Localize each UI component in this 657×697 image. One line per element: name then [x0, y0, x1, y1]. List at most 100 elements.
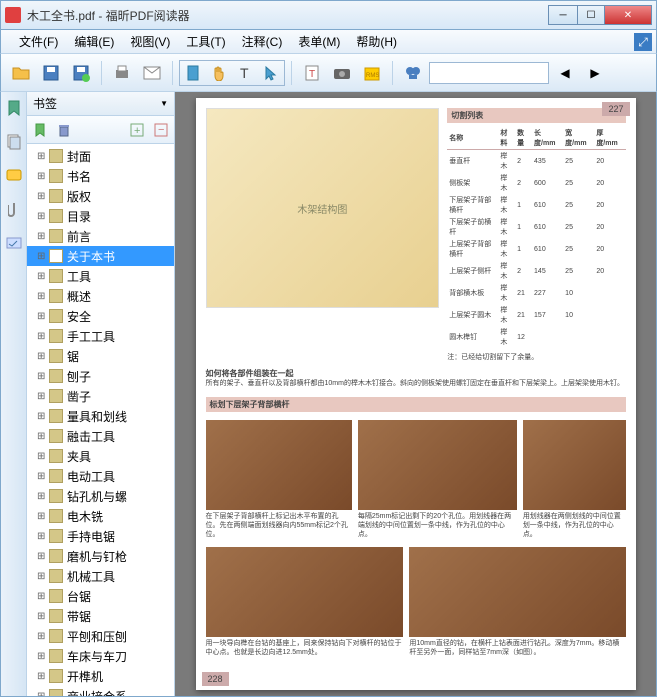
bookmark-item[interactable]: ⊞电动工具: [27, 466, 174, 486]
svg-text:T: T: [240, 65, 249, 81]
sidebar-title: 书签: [33, 95, 158, 112]
attachments-panel-icon[interactable]: [4, 200, 24, 220]
minimize-button[interactable]: ─: [548, 5, 578, 25]
bookmark-item[interactable]: ⊞目录: [27, 206, 174, 226]
caption-2: 每隔25mm标记出剩下的20个孔位。用划线器在两端划线的中间位置划一条中线，作为…: [358, 512, 517, 539]
comments-panel-icon[interactable]: [4, 166, 24, 186]
window-title: 木工全书.pdf - 福昕PDF阅读器: [27, 7, 549, 24]
bookmark-panel-icon[interactable]: [4, 98, 24, 118]
bookmark-item[interactable]: ⊞平刨和压刨: [27, 626, 174, 646]
pdf-page: 227 木架结构图 切割列表 名称材料数量长度/mm宽度/mm厚度/mm垂直杆榉…: [196, 98, 636, 690]
rms-icon[interactable]: RMS: [358, 59, 386, 87]
svg-text:RMS: RMS: [366, 73, 379, 79]
svg-text:T: T: [309, 69, 315, 80]
main-area: 书签 ▼ + − ⊞封面⊞书名⊞版权⊞目录⊞前言⊞关于本书⊞工具⊞概述⊞安全⊞手…: [0, 92, 657, 697]
find-icon[interactable]: [399, 59, 427, 87]
photo-1: [206, 420, 352, 510]
diagram-image: 木架结构图: [206, 108, 440, 308]
search-input[interactable]: [429, 62, 549, 84]
menu-form[interactable]: 表单(M): [290, 31, 348, 52]
menu-tools[interactable]: 工具(T): [178, 31, 233, 52]
bookmark-item[interactable]: ⊞关于本书: [27, 246, 174, 266]
left-rail: [1, 92, 27, 696]
sidebar-dropdown-icon[interactable]: ▼: [160, 99, 168, 108]
section-title-2: 标划下层架子背部横杆: [206, 397, 626, 412]
bookmark-item[interactable]: ⊞电木铣: [27, 506, 174, 526]
bookmark-item[interactable]: ⊞融击工具: [27, 426, 174, 446]
bookmark-item[interactable]: ⊞手工工具: [27, 326, 174, 346]
bookmark-item[interactable]: ⊞台锯: [27, 586, 174, 606]
bookmark-item[interactable]: ⊞锯: [27, 346, 174, 366]
save-as-icon[interactable]: [67, 59, 95, 87]
bookmark-item[interactable]: ⊞刨子: [27, 366, 174, 386]
caption-4: 用一块导向榫在台钻的基座上，同来保持钻向下对横杆的钻位于中心点。也就是长边向进1…: [206, 639, 404, 657]
bookmark-item[interactable]: ⊞版权: [27, 186, 174, 206]
bookmark-item[interactable]: ⊞概述: [27, 286, 174, 306]
titlebar: 木工全书.pdf - 福昕PDF阅读器 ─ ☐ ✕: [0, 0, 657, 30]
table-note: 注：已经给切割留下了余量。: [447, 352, 625, 362]
photo-5: [409, 547, 625, 637]
bookmark-item[interactable]: ⊞前言: [27, 226, 174, 246]
bookmark-item[interactable]: ⊞量具和划线: [27, 406, 174, 426]
email-icon[interactable]: [138, 59, 166, 87]
menu-file[interactable]: 文件(F): [11, 31, 66, 52]
fullscreen-button[interactable]: ⤢: [634, 33, 652, 51]
bookmark-item[interactable]: ⊞开榫机: [27, 666, 174, 686]
page-number-bottom: 228: [202, 672, 229, 686]
search-next-icon[interactable]: ▶: [581, 59, 609, 87]
svg-text:+: +: [134, 125, 140, 137]
hand-tool-icon[interactable]: [206, 61, 232, 85]
select-text-icon[interactable]: T: [232, 61, 258, 85]
search-prev-icon[interactable]: ◀: [551, 59, 579, 87]
bookmark-tree[interactable]: ⊞封面⊞书名⊞版权⊞目录⊞前言⊞关于本书⊞工具⊞概述⊞安全⊞手工工具⊞锯⊞刨子⊞…: [27, 144, 174, 696]
save-icon[interactable]: [37, 59, 65, 87]
close-button[interactable]: ✕: [604, 5, 652, 25]
expand-bookmark-icon[interactable]: +: [128, 121, 146, 139]
open-icon[interactable]: [7, 59, 35, 87]
section-text-1: 所有的架子、垂直杆以及背部横杆都由10mm的榉木木钉接合。斜向的侧板架使用螺钉固…: [206, 379, 626, 389]
select-arrow-icon[interactable]: [258, 61, 284, 85]
app-icon: [5, 7, 21, 23]
pages-panel-icon[interactable]: [4, 132, 24, 152]
add-bookmark-icon[interactable]: [31, 121, 49, 139]
toolbar: T T RMS ◀ ▶: [0, 54, 657, 92]
bookmark-item[interactable]: ⊞钻孔机与螺: [27, 486, 174, 506]
bookmark-item[interactable]: ⊞带锯: [27, 606, 174, 626]
text-tool-icon[interactable]: T: [298, 59, 326, 87]
bookmark-item[interactable]: ⊞凿子: [27, 386, 174, 406]
section-title-1: 如何将各部件组装在一起: [206, 368, 626, 379]
menu-help[interactable]: 帮助(H): [348, 31, 405, 52]
page-number-top: 227: [602, 102, 629, 116]
bookmark-item[interactable]: ⊞夹具: [27, 446, 174, 466]
photo-4: [206, 547, 404, 637]
photo-2: [358, 420, 517, 510]
bookmark-item[interactable]: ⊞封面: [27, 146, 174, 166]
caption-5: 用10mm直径的钻，在横杆上钻表面进行钻孔。深度为7mm。移动横杆至另外一面，同…: [409, 639, 625, 657]
bookmark-item[interactable]: ⊞机械工具: [27, 566, 174, 586]
bookmark-item[interactable]: ⊞安全: [27, 306, 174, 326]
snapshot-icon[interactable]: [328, 59, 356, 87]
cut-list-table: 名称材料数量长度/mm宽度/mm厚度/mm垂直杆榉木24352520侧板架榉木2…: [447, 127, 625, 348]
caption-1: 在下层架子背部横杆上标记出木平布置的孔位。先在两侧端面划线器向内55mm标记2个…: [206, 512, 352, 539]
menu-edit[interactable]: 编辑(E): [66, 31, 122, 52]
bookmark-item[interactable]: ⊞磨机与钉枪: [27, 546, 174, 566]
table-title: 切割列表: [447, 108, 625, 123]
bookmark-item[interactable]: ⊞车床与车刀: [27, 646, 174, 666]
menu-view[interactable]: 视图(V): [122, 31, 178, 52]
print-icon[interactable]: [108, 59, 136, 87]
collapse-bookmark-icon[interactable]: −: [152, 121, 170, 139]
document-viewport[interactable]: 227 木架结构图 切割列表 名称材料数量长度/mm宽度/mm厚度/mm垂直杆榉…: [175, 92, 656, 696]
bookmark-item[interactable]: ⊞商业接合系: [27, 686, 174, 696]
bookmark-item[interactable]: ⊞工具: [27, 266, 174, 286]
svg-text:−: −: [158, 124, 164, 136]
photo-3: [523, 420, 626, 510]
single-page-icon[interactable]: [180, 61, 206, 85]
bookmark-item[interactable]: ⊞书名: [27, 166, 174, 186]
maximize-button[interactable]: ☐: [577, 5, 605, 25]
menu-comment[interactable]: 注释(C): [234, 31, 291, 52]
delete-bookmark-icon[interactable]: [55, 121, 73, 139]
sidebar: 书签 ▼ + − ⊞封面⊞书名⊞版权⊞目录⊞前言⊞关于本书⊞工具⊞概述⊞安全⊞手…: [27, 92, 175, 696]
menubar: 文件(F) 编辑(E) 视图(V) 工具(T) 注释(C) 表单(M) 帮助(H…: [0, 30, 657, 54]
signatures-panel-icon[interactable]: [4, 234, 24, 254]
bookmark-item[interactable]: ⊞手持电锯: [27, 526, 174, 546]
